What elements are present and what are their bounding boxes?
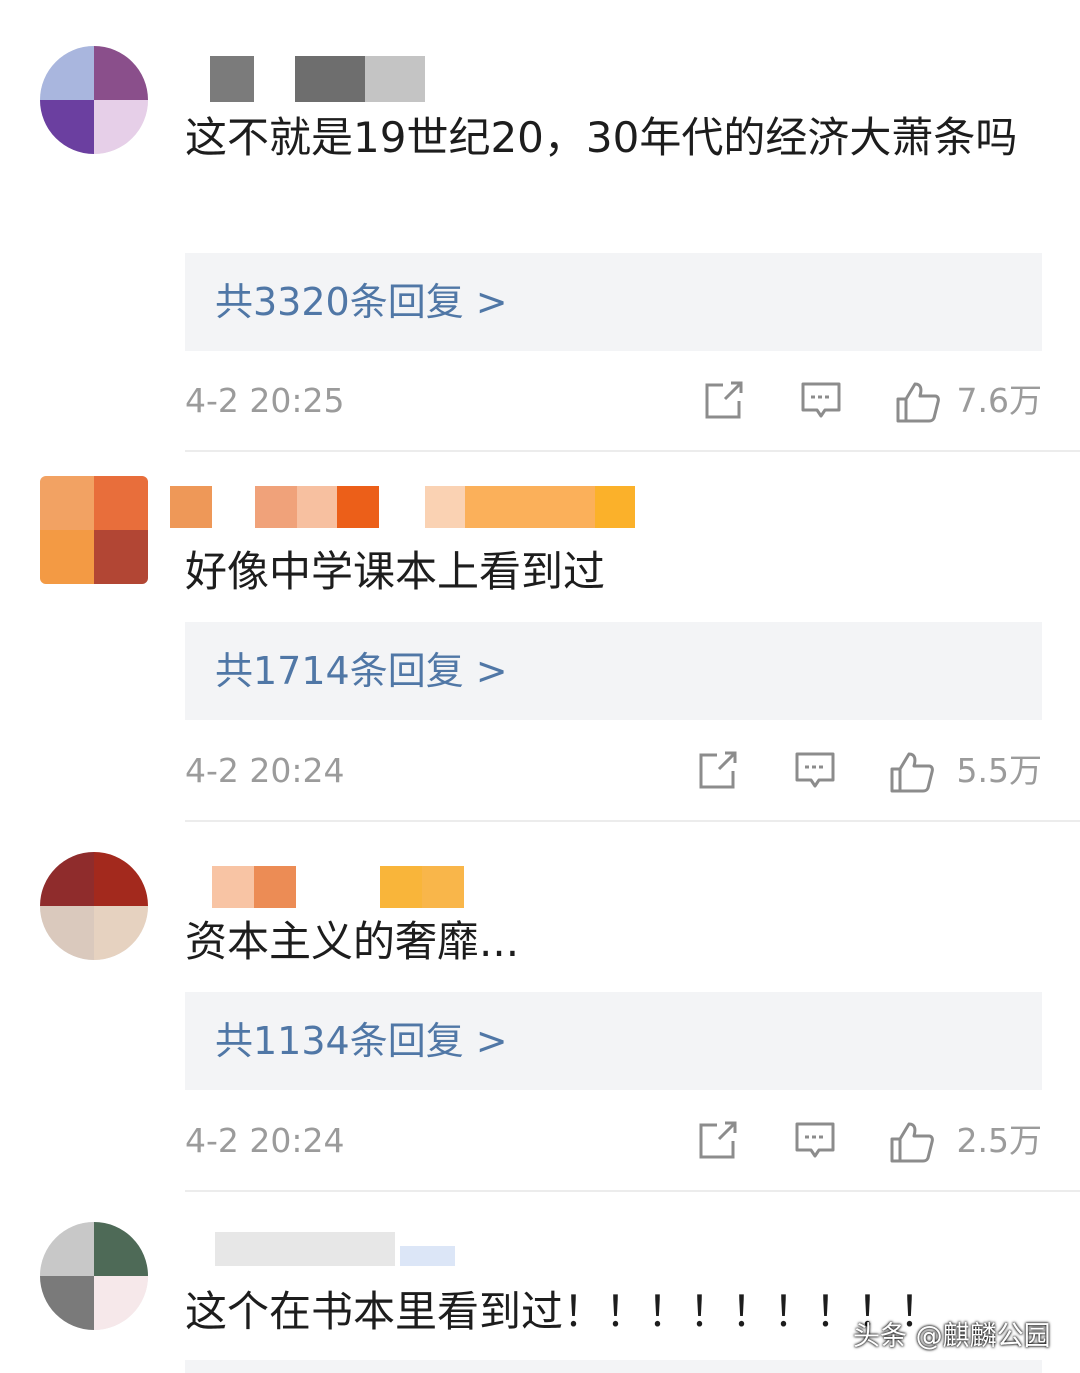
avatar[interactable] — [40, 476, 148, 584]
comment-text: 这不就是19世纪20，30年代的经济大萧条吗 — [185, 113, 1018, 162]
thumbs-up-icon[interactable] — [895, 381, 941, 423]
like-count: 5.5万 — [956, 751, 1042, 790]
comment-icon[interactable] — [794, 751, 836, 791]
comment-meta: 4-2 20:24 2.5万 — [185, 1116, 1042, 1166]
reply-box[interactable]: 共1134条回复 > — [185, 992, 1042, 1090]
username-blurred[interactable] — [185, 1232, 455, 1266]
comment-meta: 4-2 20:24 5.5万 — [185, 746, 1042, 796]
like-count: 2.5万 — [956, 1121, 1042, 1160]
comment-icon[interactable] — [794, 1121, 836, 1161]
avatar[interactable] — [40, 852, 148, 960]
watermark: 头条 @麒麟公园 — [853, 1321, 1051, 1352]
comment-icon[interactable] — [800, 381, 842, 421]
avatar[interactable] — [40, 1222, 148, 1330]
share-icon[interactable] — [697, 751, 739, 791]
like-count: 7.6万 — [956, 381, 1042, 420]
thumbs-up-icon[interactable] — [889, 751, 935, 793]
comment-text: 资本主义的奢靡... — [185, 917, 520, 966]
comment-meta: 4-2 20:25 7.6万 — [185, 376, 1042, 426]
reply-box[interactable]: 共3320条回复 > — [185, 253, 1042, 351]
timestamp: 4-2 20:25 — [185, 381, 345, 420]
divider — [185, 450, 1080, 452]
divider — [185, 820, 1080, 822]
timestamp: 4-2 20:24 — [185, 1121, 345, 1160]
thumbs-up-icon[interactable] — [889, 1121, 935, 1163]
share-icon[interactable] — [697, 1121, 739, 1161]
username-blurred[interactable] — [185, 56, 565, 102]
reply-box[interactable]: 共1714条回复 > — [185, 622, 1042, 720]
username-blurred[interactable] — [185, 866, 485, 908]
share-icon[interactable] — [703, 381, 745, 421]
username-blurred[interactable] — [170, 486, 655, 528]
view-replies-link[interactable]: 共3320条回复 > — [215, 253, 508, 351]
divider — [185, 1190, 1080, 1192]
avatar[interactable] — [40, 46, 148, 154]
timestamp: 4-2 20:24 — [185, 751, 345, 790]
view-replies-link[interactable]: 共1134条回复 > — [215, 992, 508, 1090]
view-replies-link[interactable]: 共1714条回复 > — [215, 622, 508, 720]
reply-box[interactable] — [185, 1360, 1042, 1373]
comment-text: 好像中学课本上看到过 — [185, 547, 606, 596]
